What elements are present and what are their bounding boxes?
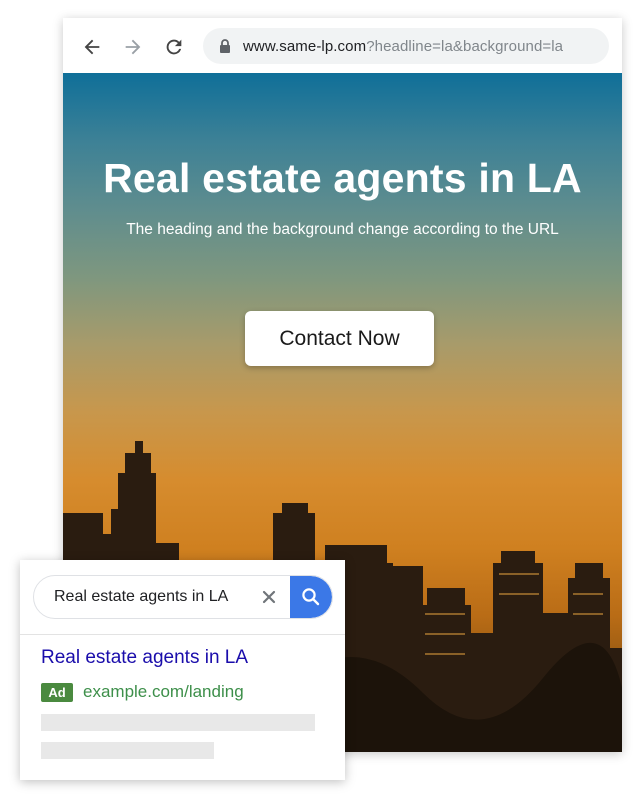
search-icon (302, 588, 320, 606)
browser-toolbar: www.same-lp.com?headline=la&background=l… (63, 18, 622, 73)
hero-subtitle: The heading and the background change ac… (126, 221, 559, 238)
description-placeholder-line (41, 714, 315, 731)
description-placeholder-line (41, 742, 214, 759)
search-button[interactable] (290, 576, 332, 618)
search-box (33, 575, 333, 619)
search-ad-card: Real estate agents in LA Ad example.com/… (20, 560, 345, 780)
hero-headline: Real estate agents in LA (103, 155, 582, 201)
search-input[interactable] (54, 576, 254, 618)
close-icon[interactable] (260, 588, 278, 606)
forward-arrow-icon[interactable] (122, 36, 144, 58)
ad-badge: Ad (41, 683, 73, 702)
ad-result-title-link[interactable]: Real estate agents in LA (41, 647, 248, 669)
reload-icon[interactable] (163, 36, 185, 58)
divider (20, 634, 345, 635)
url-text: www.same-lp.com?headline=la&background=l… (243, 38, 563, 55)
address-bar[interactable]: www.same-lp.com?headline=la&background=l… (203, 28, 609, 64)
url-domain: www.same-lp.com (243, 37, 367, 55)
url-query: ?headline=la&background=la (366, 37, 564, 55)
contact-now-button[interactable]: Contact Now (245, 311, 434, 366)
lock-icon (219, 39, 231, 53)
ad-result-url[interactable]: example.com/landing (83, 682, 244, 702)
back-arrow-icon[interactable] (81, 36, 103, 58)
